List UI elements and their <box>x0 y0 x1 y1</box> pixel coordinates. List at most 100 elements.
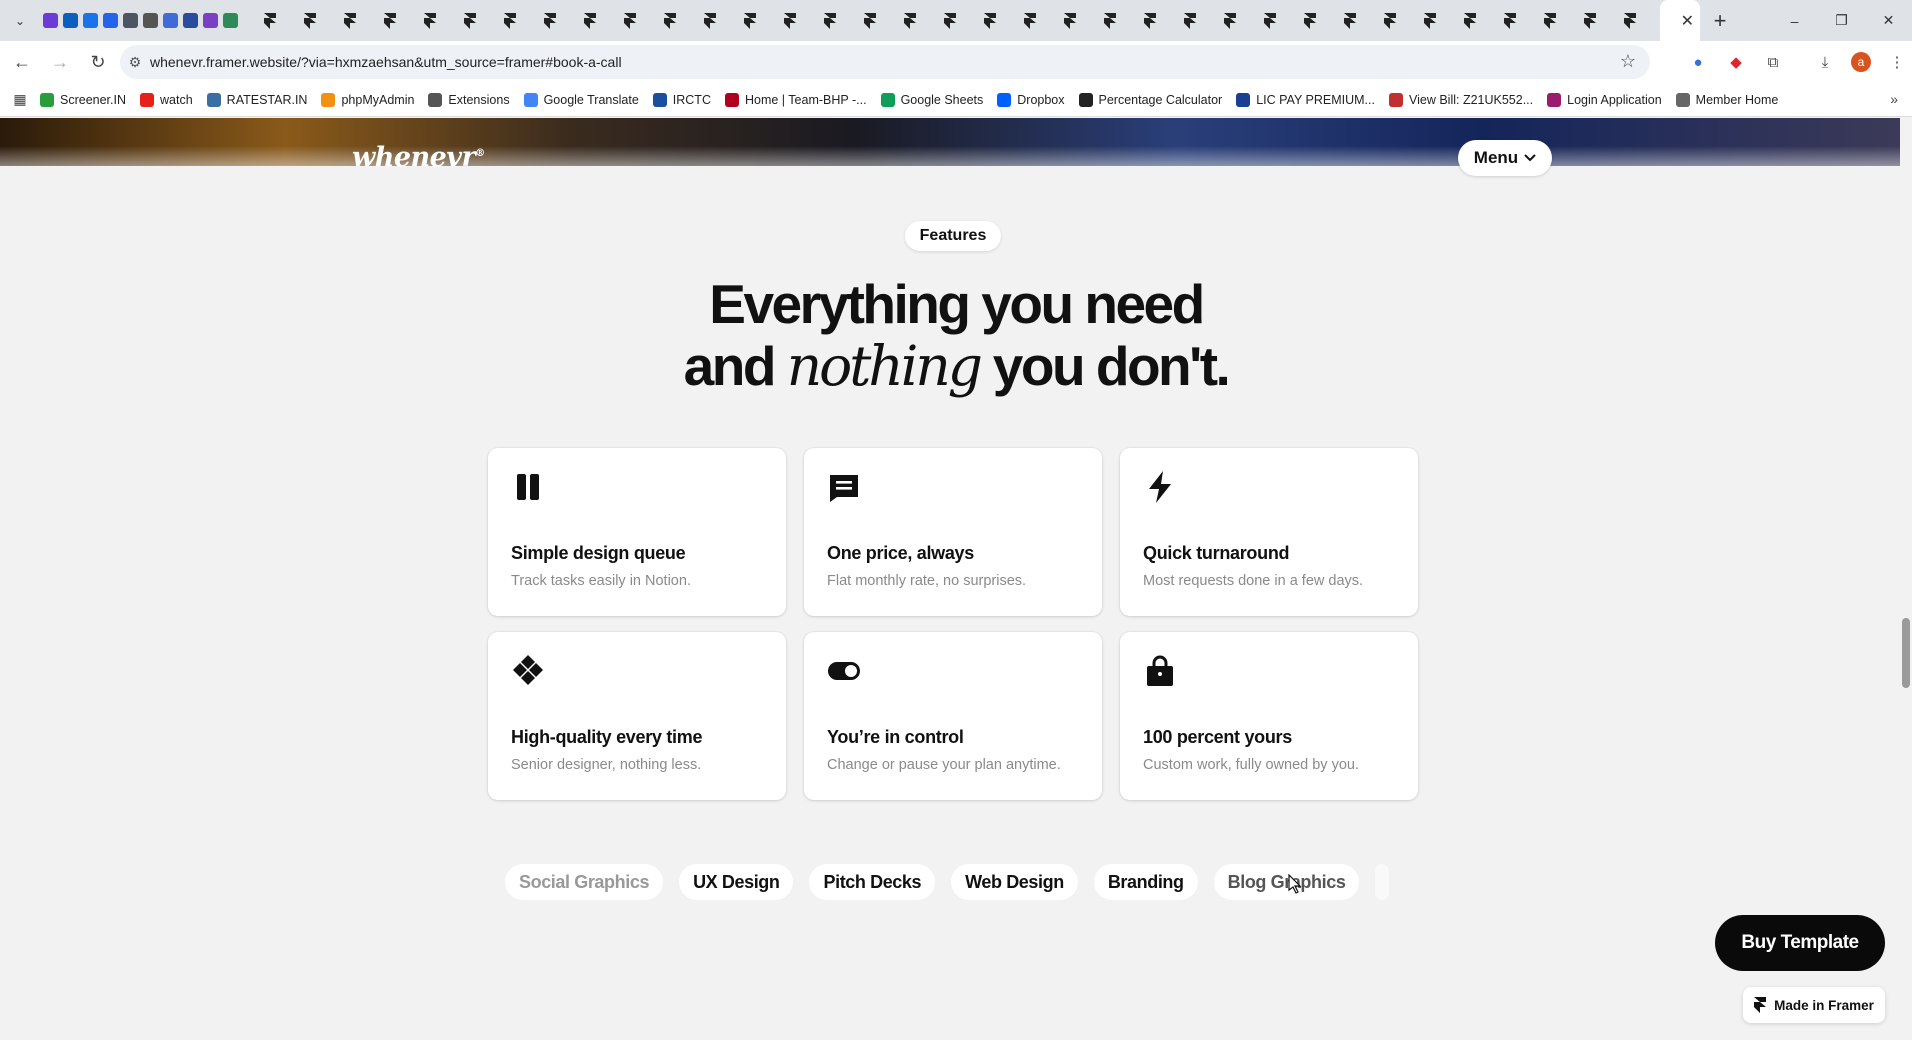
bookmark-item[interactable]: Member Home <box>1675 92 1778 107</box>
framer-tab-icon[interactable] <box>340 11 360 31</box>
framer-tab-icon[interactable] <box>980 11 1000 31</box>
pinned-tab-icon[interactable] <box>60 11 80 31</box>
framer-tab-icon[interactable] <box>1540 11 1560 31</box>
framer-tab-icon[interactable] <box>580 11 600 31</box>
framer-tab-icon[interactable] <box>820 11 840 31</box>
bookmark-item[interactable]: LIC PAY PREMIUM... <box>1236 92 1375 107</box>
framer-tab-icon[interactable] <box>860 11 880 31</box>
pinned-tab-icon[interactable] <box>100 11 120 31</box>
url-text[interactable]: whenevr.framer.website/?via=hxmzaehsan&u… <box>150 54 622 70</box>
bookmark-item[interactable]: Extensions <box>428 92 510 107</box>
framer-tab-icon[interactable] <box>300 11 320 31</box>
address-bar[interactable]: ⚙ whenevr.framer.website/?via=hxmzaehsan… <box>120 45 1650 79</box>
bookmark-star-icon[interactable]: ☆ <box>1620 51 1636 72</box>
headline-line-1: Everything you need <box>709 273 1205 335</box>
service-pill-social-graphics[interactable]: Social Graphics <box>505 864 664 900</box>
framer-tab-icon[interactable] <box>740 11 760 31</box>
extensions-puzzle-icon[interactable]: ⧉ <box>1760 49 1786 75</box>
made-in-framer-badge[interactable]: Made in Framer <box>1743 987 1885 1023</box>
scrollbar-thumb[interactable] <box>1902 618 1910 688</box>
framer-tab-icon[interactable] <box>500 11 520 31</box>
framer-tab-icon[interactable] <box>1420 11 1440 31</box>
framer-tab-icon[interactable] <box>940 11 960 31</box>
framer-tab-icon[interactable] <box>380 11 400 31</box>
service-pill-branding[interactable]: Branding <box>1093 864 1198 900</box>
bookmark-label: phpMyAdmin <box>341 92 415 107</box>
framer-tab-icon[interactable] <box>1500 11 1520 31</box>
back-button[interactable]: ← <box>6 46 38 78</box>
buy-template-button[interactable]: Buy Template <box>1715 915 1885 971</box>
menu-button[interactable]: Menu <box>1458 140 1552 176</box>
framer-tab-icon[interactable] <box>1460 11 1480 31</box>
framer-tab-icon[interactable] <box>260 11 280 31</box>
framer-tab-icon[interactable] <box>900 11 920 31</box>
bookmark-item[interactable]: phpMyAdmin <box>321 92 415 107</box>
pinned-tab-icon[interactable] <box>40 11 60 31</box>
framer-tab-icon[interactable] <box>460 11 480 31</box>
pinned-tab-icon[interactable] <box>80 11 100 31</box>
profile-avatar[interactable]: a <box>1848 49 1874 75</box>
framer-tab-icon[interactable] <box>1100 11 1120 31</box>
bookmark-item[interactable]: Google Sheets <box>880 92 984 107</box>
forward-button[interactable]: → <box>44 46 76 78</box>
restore-button[interactable]: ❐ <box>1818 0 1865 41</box>
framer-tab-icon[interactable] <box>780 11 800 31</box>
pinned-tab-icon[interactable] <box>200 11 220 31</box>
service-pill-web-design[interactable]: Web Design <box>951 864 1078 900</box>
bookmark-item[interactable]: Home | Team-BHP -... <box>724 92 867 107</box>
bookmark-item[interactable]: RATESTAR.IN <box>206 92 307 107</box>
shield-extension-icon[interactable]: ◆ <box>1723 49 1749 75</box>
pinned-tab-icon[interactable] <box>180 11 200 31</box>
framer-tab-icon[interactable] <box>1580 11 1600 31</box>
framer-tab-icon[interactable] <box>1260 11 1280 31</box>
extension-icon[interactable]: ● <box>1685 49 1711 75</box>
tab-search-chevron-icon[interactable]: ⌄ <box>0 0 40 41</box>
framer-tab-icon[interactable] <box>1300 11 1320 31</box>
framer-tab-icon[interactable] <box>1220 11 1240 31</box>
bookmark-item[interactable]: IRCTC <box>652 92 711 107</box>
apps-grid-icon[interactable]: ▦ <box>0 91 40 108</box>
tab-close-icon[interactable]: ✕ <box>1681 11 1694 31</box>
framer-tab-icon[interactable] <box>660 11 680 31</box>
pinned-tab-icon[interactable] <box>140 11 160 31</box>
active-tab[interactable]: ✕ <box>1660 0 1700 41</box>
bookmark-item[interactable]: Google Translate <box>523 92 639 107</box>
framer-tab-icon[interactable] <box>620 11 640 31</box>
bookmark-item[interactable]: Screener.IN <box>40 92 126 107</box>
download-icon[interactable]: ⤓ <box>1812 49 1838 75</box>
pinned-tab-icon[interactable] <box>220 11 240 31</box>
framer-tab-icon[interactable] <box>420 11 440 31</box>
bookmark-item[interactable]: watch <box>140 92 193 107</box>
bookmark-item[interactable]: Percentage Calculator <box>1078 92 1222 107</box>
pinned-tab-icon[interactable] <box>160 11 180 31</box>
framer-tab-icon[interactable] <box>1340 11 1360 31</box>
browser-menu-icon[interactable]: ⋮ <box>1884 49 1910 75</box>
bookmark-item[interactable]: View Bill: Z21UK552... <box>1388 92 1533 107</box>
framer-tab-icon[interactable] <box>700 11 720 31</box>
bookmark-item[interactable]: Dropbox <box>997 92 1065 107</box>
framer-tab-icon[interactable] <box>540 11 560 31</box>
reload-button[interactable]: ↻ <box>82 46 114 78</box>
minimize-button[interactable]: – <box>1771 0 1818 41</box>
framer-tab-icon[interactable] <box>1060 11 1080 31</box>
bookmark-item[interactable]: Login Application <box>1547 92 1662 107</box>
bookmark-favicon-icon <box>523 92 538 107</box>
page-scrollbar[interactable] <box>1900 118 1912 1040</box>
more-bookmarks-icon[interactable]: » <box>1890 91 1898 107</box>
bookmark-label: Google Sheets <box>900 92 984 107</box>
site-info-icon[interactable]: ⚙ <box>120 54 150 71</box>
framer-tab-icon[interactable] <box>1180 11 1200 31</box>
bookmark-favicon-icon <box>724 92 739 107</box>
framer-tab-icon[interactable] <box>1380 11 1400 31</box>
framer-tab-icon[interactable] <box>1620 11 1640 31</box>
service-pill-ux-design[interactable]: UX Design <box>679 864 794 900</box>
close-window-button[interactable]: ✕ <box>1865 0 1912 41</box>
new-tab-button[interactable]: + <box>1700 0 1740 41</box>
service-pill-blog-graphics[interactable]: Blog Graphics <box>1213 864 1360 900</box>
framer-tab-icon[interactable] <box>1020 11 1040 31</box>
service-pill-pitch-decks[interactable]: Pitch Decks <box>809 864 936 900</box>
framer-tab-icon[interactable] <box>1140 11 1160 31</box>
receipt-icon <box>830 475 858 502</box>
pinned-tab-icon[interactable] <box>120 11 140 31</box>
site-logo[interactable]: whenevr® <box>352 142 485 173</box>
